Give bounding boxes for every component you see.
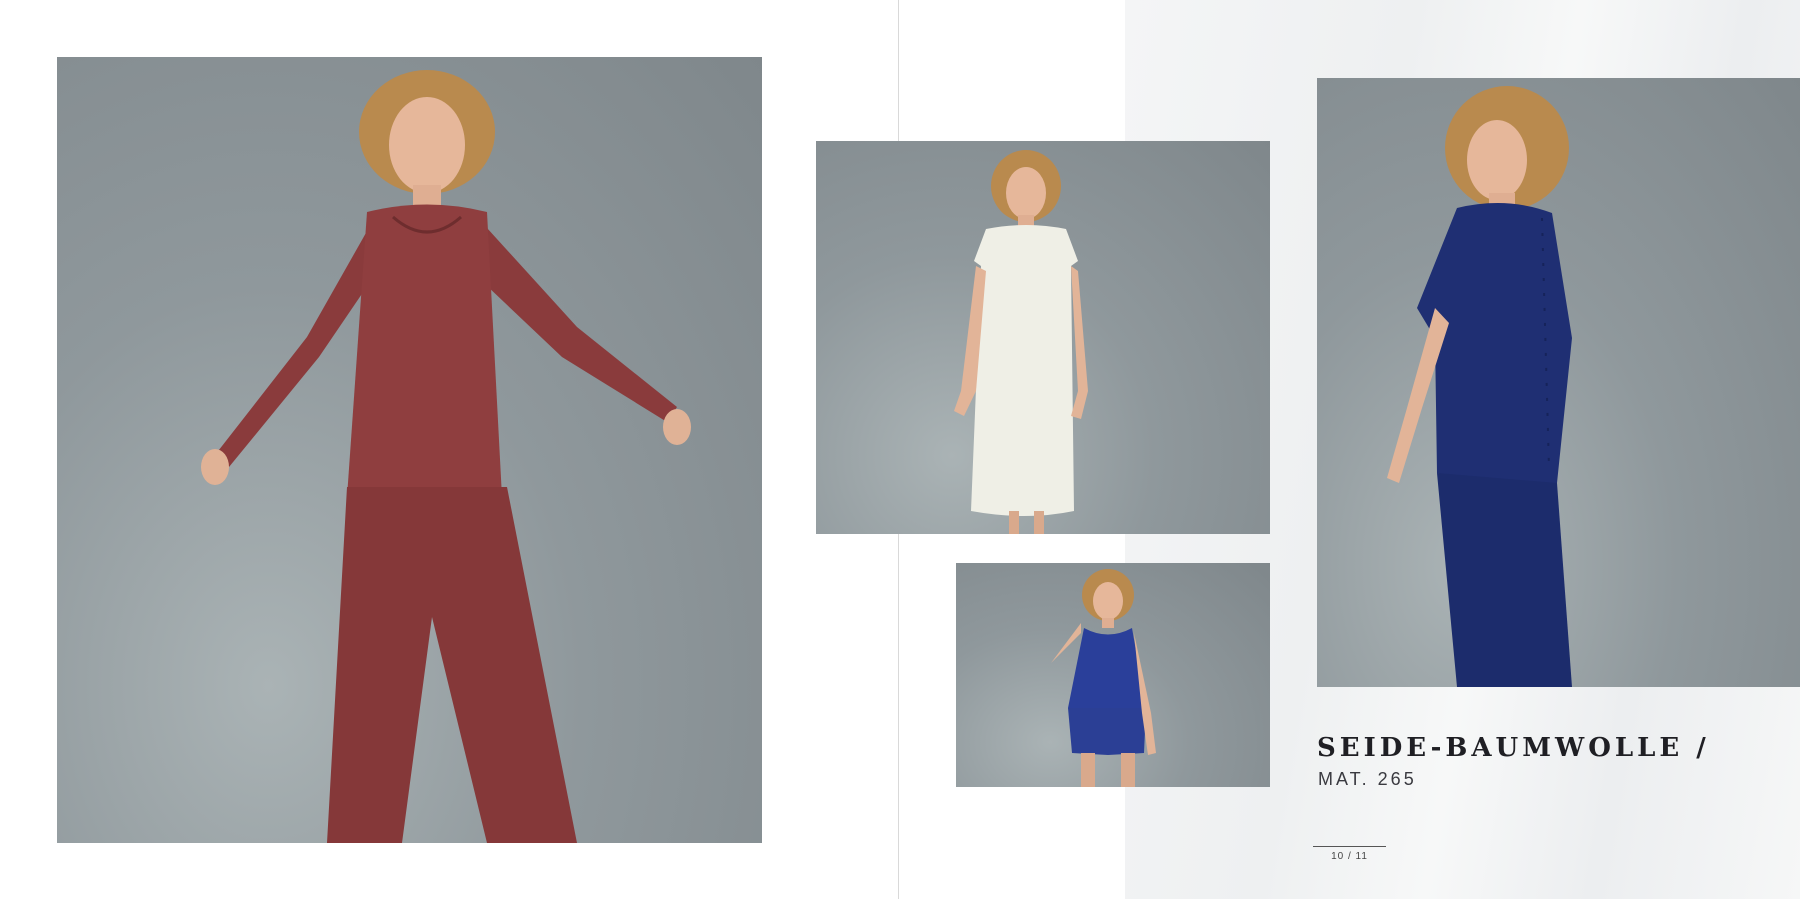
photo-cream-nightdress xyxy=(816,141,1270,534)
photo-blue-tank-shorts xyxy=(956,563,1270,787)
material-number: MAT. 265 xyxy=(1318,769,1417,789)
blue-tank-illustration xyxy=(1051,569,1156,787)
photo-navy-tee xyxy=(1317,78,1800,687)
catalog-spread: SEIDE-BAUMWOLLE / MAT. 265 10 / 11 xyxy=(0,0,1800,899)
collection-title: SEIDE-BAUMWOLLE / xyxy=(1317,733,1710,763)
red-pajama-illustration xyxy=(201,70,691,843)
page-number: 10 / 11 xyxy=(1331,851,1368,862)
page-number-divider xyxy=(1313,846,1386,847)
navy-tee-illustration xyxy=(1387,86,1572,687)
photo-red-pajama xyxy=(57,57,762,843)
cream-nightdress-illustration xyxy=(954,150,1088,534)
